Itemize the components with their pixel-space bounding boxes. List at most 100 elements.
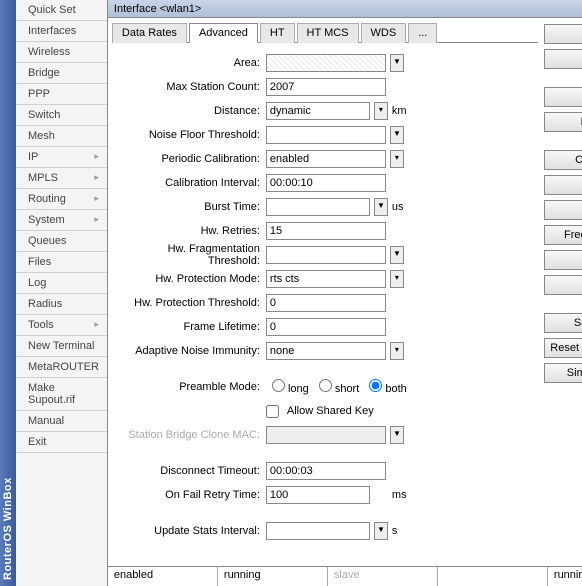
sidebar-item-system[interactable]: System▸	[16, 210, 107, 231]
hw-prot-mode-dropdown-icon[interactable]: ▾	[390, 270, 404, 288]
disc-timeout-label: Disconnect Timeout:	[116, 465, 266, 477]
shared-key-label: Allow Shared Key	[287, 405, 374, 417]
preamble-long-radio[interactable]: long	[272, 379, 309, 395]
noise-floor-dropdown-icon[interactable]: ▼	[390, 126, 404, 144]
tab-advanced[interactable]: Advanced	[189, 23, 258, 43]
freq-usage-button[interactable]: Freq. Usage...	[544, 225, 582, 245]
scan-button[interactable]: Scan...	[544, 200, 582, 220]
sidebar-item-routing[interactable]: Routing ▸	[16, 189, 107, 210]
sidebar-item-ip[interactable]: IP ▸	[16, 147, 107, 168]
noise-floor-label: Noise Floor Threshold:	[116, 129, 266, 141]
sidebar-item-tools[interactable]: Tools▸	[16, 315, 107, 336]
hw-frag-dropdown-icon[interactable]: ▼	[390, 246, 404, 264]
sidebar-item-quick-set[interactable]: Quick Set	[16, 0, 107, 21]
cal-interval-input[interactable]	[266, 174, 386, 192]
sidebar-item-label: Manual	[28, 415, 64, 427]
sidebar-item-label: Routing	[28, 193, 66, 205]
hw-prot-mode-label: Hw. Protection Mode:	[116, 273, 266, 285]
update-stats-label: Update Stats Interval:	[116, 525, 266, 537]
submenu-arrow-icon: ▸	[94, 151, 99, 163]
sidebar-item-label: Exit	[28, 436, 46, 448]
status-cell	[438, 567, 548, 586]
sidebar-item-queues[interactable]: Queues	[16, 231, 107, 252]
submenu-arrow-icon: ▸	[94, 193, 99, 205]
distance-dropdown-icon[interactable]: ▾	[374, 102, 388, 120]
sidebar-item-switch[interactable]: Switch	[16, 105, 107, 126]
tab-bar: Data RatesAdvancedHTHT MCSWDS...	[112, 22, 538, 43]
sidebar-item-label: Queues	[28, 235, 67, 247]
sniff-button[interactable]: Sniff...	[544, 275, 582, 295]
cancel-button[interactable]: Cancel	[544, 49, 582, 69]
sidebar-item-label: Log	[28, 277, 46, 289]
frame-life-label: Frame Lifetime:	[116, 321, 266, 333]
sidebar-item-label: MPLS	[28, 172, 58, 184]
sidebar-item-label: PPP	[28, 88, 50, 100]
hw-prot-thresh-input[interactable]	[266, 294, 386, 312]
distance-label: Distance:	[116, 105, 266, 117]
tab-[interactable]: ...	[408, 23, 437, 43]
tab-data-rates[interactable]: Data Rates	[112, 23, 187, 43]
reset-configuration-button[interactable]: Reset Configuration	[544, 338, 582, 358]
sidebar-item-metarouter[interactable]: MetaROUTER	[16, 357, 107, 378]
hw-retries-input[interactable]	[266, 222, 386, 240]
hw-prot-mode-input[interactable]	[266, 270, 386, 288]
preamble-both-radio[interactable]: both	[369, 379, 406, 395]
burst-time-unit: us	[392, 201, 404, 213]
max-station-label: Max Station Count:	[116, 81, 266, 93]
disc-timeout-input[interactable]	[266, 462, 386, 480]
torch-button[interactable]: Torch	[544, 175, 582, 195]
periodic-cal-dropdown-icon[interactable]: ▾	[390, 150, 404, 168]
sidebar-item-bridge[interactable]: Bridge	[16, 63, 107, 84]
sidebar-item-wireless[interactable]: Wireless	[16, 42, 107, 63]
sidebar-menu: Quick Set InterfacesWireless Bridge PPP Swit…	[16, 0, 108, 586]
adaptive-noise-dropdown-icon[interactable]: ▾	[390, 342, 404, 360]
sidebar-item-exit[interactable]: Exit	[16, 432, 107, 453]
sidebar-item-label: System	[28, 214, 65, 226]
periodic-cal-input[interactable]	[266, 150, 386, 168]
tab-ht-mcs[interactable]: HT MCS	[297, 23, 359, 43]
status-cell: enabled	[108, 567, 218, 586]
sidebar-item-manual[interactable]: Manual	[16, 411, 107, 432]
sidebar-item-label: Radius	[28, 298, 62, 310]
sidebar-item-label: Bridge	[28, 67, 60, 79]
frame-life-input[interactable]	[266, 318, 386, 336]
sidebar-item-label: MetaROUTER	[28, 361, 99, 373]
sidebar-item-ppp[interactable]: PPP	[16, 84, 107, 105]
burst-time-dropdown-icon[interactable]: ▼	[374, 198, 388, 216]
update-stats-dropdown-icon[interactable]: ▼	[374, 522, 388, 540]
area-input[interactable]	[266, 54, 386, 72]
hw-frag-input[interactable]	[266, 246, 386, 264]
shared-key-checkbox[interactable]	[266, 405, 279, 418]
preamble-short-radio[interactable]: short	[319, 379, 360, 395]
sidebar-item-log[interactable]: Log	[16, 273, 107, 294]
burst-time-input[interactable]	[266, 198, 370, 216]
sidebar-item-make-supout-rif[interactable]: Make Supout.rif	[16, 378, 107, 411]
sidebar-item-radius[interactable]: Radius	[16, 294, 107, 315]
ok-button[interactable]: OK	[544, 24, 582, 44]
advanced-form: Area:▼ Max Station Count: Distance:▾km N…	[112, 43, 538, 562]
sidebar-item-label: IP	[28, 151, 38, 163]
max-station-input[interactable]	[266, 78, 386, 96]
noise-floor-input[interactable]	[266, 126, 386, 144]
sidebar-item-new-terminal[interactable]: New Terminal	[16, 336, 107, 357]
comment-button[interactable]: Comment	[544, 150, 582, 170]
preamble-label: Preamble Mode:	[116, 381, 266, 393]
sidebar-item-files[interactable]: Files	[16, 252, 107, 273]
adaptive-noise-input[interactable]	[266, 342, 386, 360]
sidebar-item-interfaces[interactable]: Interfaces	[16, 21, 107, 42]
sidebar-item-mpls[interactable]: MPLS▸	[16, 168, 107, 189]
apply-button[interactable]: Apply	[544, 87, 582, 107]
disable-button[interactable]: Disable	[544, 112, 582, 132]
sidebar-item-label: Quick Set	[28, 4, 76, 16]
tab-ht[interactable]: HT	[260, 23, 295, 43]
fail-retry-input[interactable]	[266, 486, 370, 504]
update-stats-input[interactable]	[266, 522, 370, 540]
align-button[interactable]: Align...	[544, 250, 582, 270]
distance-input[interactable]	[266, 102, 370, 120]
hw-frag-label: Hw. Fragmentation Threshold:	[116, 243, 266, 267]
simple-mode-button[interactable]: Simple Mode	[544, 363, 582, 383]
tab-wds[interactable]: WDS	[361, 23, 407, 43]
snooper-button[interactable]: Snooper...	[544, 313, 582, 333]
sidebar-item-mesh[interactable]: Mesh	[16, 126, 107, 147]
area-dropdown-icon[interactable]: ▼	[390, 54, 404, 72]
